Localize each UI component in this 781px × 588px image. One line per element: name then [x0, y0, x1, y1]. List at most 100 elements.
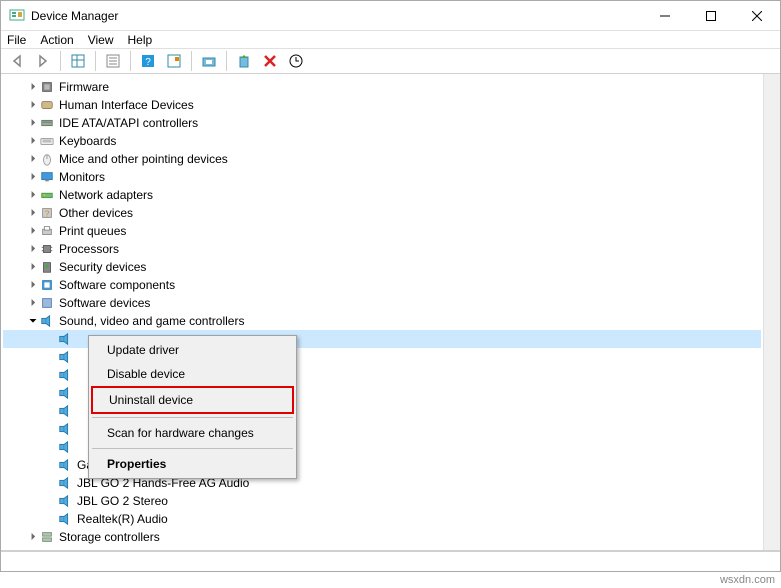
printq-icon — [39, 223, 55, 239]
tree-node[interactable]: ⏵ Mice and other pointing devices — [3, 150, 761, 168]
vertical-scrollbar[interactable] — [763, 74, 780, 550]
context-menu-item[interactable]: Uninstall device — [91, 386, 294, 414]
menu-file[interactable]: File — [7, 33, 26, 47]
sound-icon — [39, 313, 55, 329]
tree-node-label: Monitors — [59, 170, 105, 184]
tree-node[interactable]: ⏵Keyboards — [3, 132, 761, 150]
menu-action[interactable]: Action — [40, 33, 73, 47]
svg-text:?: ? — [145, 57, 151, 68]
context-menu: Update driverDisable deviceUninstall dev… — [88, 335, 297, 479]
sound-icon — [57, 457, 73, 473]
tree-node[interactable]: ⏵ Software components — [3, 276, 761, 294]
expand-arrow-icon[interactable]: ⏵ — [27, 244, 39, 255]
tree-node-label: Mice and other pointing devices — [59, 152, 228, 166]
tree-node[interactable]: ⏷ Sound, video and game controllers — [3, 312, 761, 330]
tree-node-label: JBL GO 2 Stereo — [77, 494, 168, 508]
show-hide-tree-button[interactable] — [66, 50, 90, 72]
context-menu-item[interactable]: Update driver — [91, 338, 294, 362]
expand-arrow-icon[interactable]: ⏵ — [27, 172, 39, 183]
scan-hardware-button[interactable] — [284, 50, 308, 72]
expand-arrow-icon[interactable]: ⏵ — [27, 280, 39, 291]
expand-arrow-icon[interactable]: ⏵ — [27, 118, 39, 129]
watermark: wsxdn.com — [0, 572, 781, 588]
cpu-icon — [39, 241, 55, 257]
tree-node[interactable]: ⏵ Other devices — [3, 204, 761, 222]
toolbar-button-5[interactable] — [162, 50, 186, 72]
tree-node-label: Processors — [59, 242, 119, 256]
content-area: ⏵Firmware⏵Human Interface Devices⏵IDE AT… — [1, 74, 780, 551]
help-button[interactable]: ? — [136, 50, 160, 72]
context-menu-item[interactable]: Properties — [91, 452, 294, 476]
tree-node-label: Sound, video and game controllers — [59, 314, 244, 328]
uninstall-device-button[interactable] — [258, 50, 282, 72]
properties-button[interactable] — [101, 50, 125, 72]
expand-arrow-icon[interactable]: ⏵ — [27, 298, 39, 309]
menubar: File Action View Help — [1, 31, 780, 49]
tree-node[interactable]: ⏵Security devices — [3, 258, 761, 276]
back-button[interactable] — [5, 50, 29, 72]
separator — [191, 51, 192, 71]
menu-view[interactable]: View — [88, 33, 114, 47]
softdev-icon — [39, 295, 55, 311]
expand-arrow-icon[interactable]: ⏵ — [27, 208, 39, 219]
tree-node-label: Firmware — [59, 80, 109, 94]
collapse-arrow-icon[interactable]: ⏷ — [27, 316, 39, 327]
tree-node-label: Network adapters — [59, 188, 153, 202]
menu-help[interactable]: Help — [128, 33, 153, 47]
minimize-button[interactable] — [642, 1, 688, 31]
update-driver-button[interactable] — [197, 50, 221, 72]
expand-arrow-icon[interactable]: ⏵ — [27, 100, 39, 111]
network-icon — [39, 187, 55, 203]
tree-node[interactable]: ⏵ Monitors — [3, 168, 761, 186]
tree-node-label: IDE ATA/ATAPI controllers — [59, 116, 198, 130]
tree-node[interactable]: ⏵ Software devices — [3, 294, 761, 312]
enable-device-button[interactable] — [232, 50, 256, 72]
tree-node-label: Software devices — [59, 296, 150, 310]
separator — [226, 51, 227, 71]
expand-arrow-icon[interactable]: ⏵ — [27, 226, 39, 237]
tree-node[interactable]: Realtek(R) Audio — [3, 510, 761, 528]
tree-node[interactable]: ⏵ IDE ATA/ATAPI controllers — [3, 114, 761, 132]
expand-arrow-icon[interactable]: ⏵ — [27, 262, 39, 273]
tree-node[interactable]: ⏵ Network adapters — [3, 186, 761, 204]
monitor-icon — [39, 169, 55, 185]
context-menu-item[interactable]: Disable device — [91, 362, 294, 386]
firmware-icon — [39, 79, 55, 95]
tree-node-label: Realtek(R) Audio — [77, 512, 168, 526]
sound-icon — [57, 439, 73, 455]
maximize-button[interactable] — [688, 1, 734, 31]
mouse-icon — [39, 151, 55, 167]
close-button[interactable] — [734, 1, 780, 31]
tree-node[interactable]: ⏵Human Interface Devices — [3, 96, 761, 114]
sound-icon — [57, 331, 73, 347]
tree-node[interactable]: JBL GO 2 Stereo — [3, 492, 761, 510]
sound-icon — [57, 511, 73, 527]
forward-button[interactable] — [31, 50, 55, 72]
tree-node[interactable]: ⏵ Firmware — [3, 78, 761, 96]
sound-icon — [57, 349, 73, 365]
expand-arrow-icon[interactable]: ⏵ — [27, 154, 39, 165]
tree-node-label: Other devices — [59, 206, 133, 220]
sound-icon — [57, 421, 73, 437]
expand-arrow-icon[interactable]: ⏵ — [27, 82, 39, 93]
security-icon — [39, 259, 55, 275]
context-menu-separator — [92, 448, 293, 449]
expand-arrow-icon[interactable]: ⏵ — [27, 190, 39, 201]
other-icon — [39, 205, 55, 221]
sound-icon — [57, 475, 73, 491]
tree-node-label: Storage controllers — [59, 530, 160, 544]
tree-node-label: Software components — [59, 278, 175, 292]
tree-node[interactable]: ⏵ Storage controllers — [3, 528, 761, 546]
tree-node[interactable]: ⏵ Processors — [3, 240, 761, 258]
sound-icon — [57, 367, 73, 383]
expand-arrow-icon[interactable]: ⏵ — [27, 136, 39, 147]
sound-icon — [57, 493, 73, 509]
context-menu-separator — [92, 417, 293, 418]
toolbar: ? — [1, 49, 780, 74]
expand-arrow-icon[interactable]: ⏵ — [27, 532, 39, 543]
context-menu-item[interactable]: Scan for hardware changes — [91, 421, 294, 445]
ide-icon — [39, 115, 55, 131]
tree-node[interactable]: ⏵Print queues — [3, 222, 761, 240]
separator — [95, 51, 96, 71]
statusbar — [1, 551, 780, 571]
